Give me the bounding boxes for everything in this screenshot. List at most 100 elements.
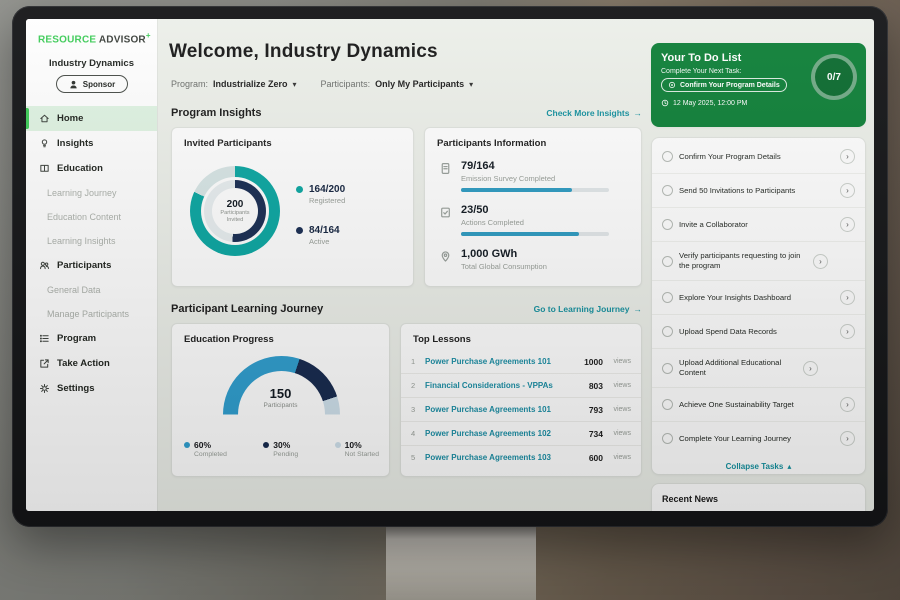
- gear-icon: [39, 383, 50, 394]
- task-item[interactable]: Upload Spend Data Records ›: [652, 315, 865, 349]
- info-label: Total Global Consumption: [461, 262, 547, 271]
- sidebar-item-label: Education Content: [47, 212, 121, 222]
- task-checkbox[interactable]: [662, 292, 673, 303]
- chevron-right-icon[interactable]: ›: [840, 149, 855, 164]
- sidebar-item-label: Insights: [57, 138, 93, 149]
- sidebar-item-settings[interactable]: Settings: [26, 376, 157, 401]
- legend-item-active: 84/164 Active: [296, 225, 345, 246]
- legend-value: 10%: [345, 440, 362, 450]
- legend-dot: [335, 442, 341, 448]
- lesson-views-suffix: views: [609, 430, 631, 437]
- person-icon: [68, 79, 79, 90]
- chevron-right-icon[interactable]: ›: [840, 183, 855, 198]
- next-task-pill[interactable]: Confirm Your Program Details: [661, 78, 787, 92]
- donut-legend: 164/200 Registered 84/164 Active: [296, 184, 345, 246]
- lesson-title-link[interactable]: Financial Considerations - VPPAs: [425, 381, 583, 390]
- sidebar-item-take-action[interactable]: Take Action: [26, 351, 157, 376]
- chevron-right-icon[interactable]: ›: [840, 324, 855, 339]
- legend-item-not-started: 10% Not Started: [335, 440, 379, 458]
- sidebar-item-label: General Data: [47, 285, 101, 295]
- task-item[interactable]: Achieve One Sustainability Target ›: [652, 388, 865, 422]
- go-to-learning-journey-link[interactable]: Go to Learning Journey →: [534, 304, 642, 314]
- program-filter-value: Industrialize Zero: [213, 79, 288, 89]
- info-row-consumption: 1,000 GWh Total Global Consumption: [439, 248, 547, 271]
- legend-label: Pending: [273, 451, 298, 458]
- task-item[interactable]: Explore Your Insights Dashboard ›: [652, 281, 865, 315]
- lessons-list: 1 Power Purchase Agreements 101 1000 vie…: [401, 350, 641, 469]
- card-title: Invited Participants: [172, 128, 413, 149]
- education-progress-card: Education Progress 150 Participants 60% …: [171, 323, 390, 477]
- monitor-bezel: RESOURCE ADVISOR+ Industry Dynamics Spon…: [12, 6, 888, 527]
- invited-participants-donut-chart: 200 Participants Invited: [190, 166, 280, 256]
- lesson-views-suffix: views: [609, 454, 631, 461]
- arrow-right-icon: →: [634, 304, 643, 314]
- monitor-stand: [386, 527, 536, 600]
- task-item[interactable]: Verify participants requesting to join t…: [652, 242, 865, 281]
- due-date: 12 May 2025, 12:00 PM: [673, 100, 747, 107]
- task-checkbox[interactable]: [662, 185, 673, 196]
- chevron-right-icon[interactable]: ›: [840, 397, 855, 412]
- link-label: Go to Learning Journey: [534, 304, 630, 314]
- chevron-right-icon[interactable]: ›: [840, 431, 855, 446]
- sidebar-item-home[interactable]: Home: [26, 106, 157, 131]
- task-checkbox[interactable]: [662, 256, 673, 267]
- sidebar-item-label: Settings: [57, 383, 94, 394]
- task-item[interactable]: Confirm Your Program Details ›: [652, 140, 865, 174]
- chevron-right-icon[interactable]: ›: [813, 254, 828, 269]
- lesson-row: 5 Power Purchase Agreements 103 600 view…: [401, 446, 641, 469]
- task-checkbox[interactable]: [662, 326, 673, 337]
- info-value: 1,000 GWh: [461, 248, 547, 260]
- task-item[interactable]: Upload Additional Educational Content ›: [652, 349, 865, 388]
- sidebar-item-general-data[interactable]: General Data: [26, 278, 157, 302]
- chevron-right-icon[interactable]: ›: [840, 290, 855, 305]
- lesson-views-suffix: views: [609, 382, 631, 389]
- sidebar-item-education[interactable]: Education: [26, 156, 157, 181]
- task-checkbox[interactable]: [662, 363, 673, 374]
- sidebar-item-manage-participants[interactable]: Manage Participants: [26, 302, 157, 326]
- task-item[interactable]: Invite a Collaborator ›: [652, 208, 865, 242]
- task-checkbox[interactable]: [662, 219, 673, 230]
- lesson-title-link[interactable]: Power Purchase Agreements 103: [425, 453, 583, 462]
- sidebar-item-education-content[interactable]: Education Content: [26, 205, 157, 229]
- section-title: Program Insights: [171, 107, 261, 119]
- recent-news-card: Recent News: [651, 483, 866, 511]
- program-filter-dropdown[interactable]: Program: Industrialize Zero ▾: [171, 79, 297, 89]
- chevron-down-icon: ▾: [469, 80, 473, 89]
- lesson-views-suffix: views: [609, 358, 631, 365]
- chevron-right-icon[interactable]: ›: [803, 361, 818, 376]
- todo-summary-card: Your To Do List Complete Your Next Task:…: [651, 43, 866, 127]
- sidebar-item-learning-journey[interactable]: Learning Journey: [26, 181, 157, 205]
- program-filter-label: Program:: [171, 79, 208, 89]
- task-item[interactable]: Complete Your Learning Journey ›: [652, 422, 865, 455]
- lesson-title-link[interactable]: Power Purchase Agreements 101: [425, 357, 578, 366]
- lesson-views-suffix: views: [609, 406, 631, 413]
- check-more-insights-link[interactable]: Check More Insights →: [546, 108, 642, 118]
- task-checkbox[interactable]: [662, 433, 673, 444]
- lesson-title-link[interactable]: Power Purchase Agreements 101: [425, 405, 583, 414]
- target-icon: [668, 81, 676, 89]
- lesson-views: 734: [589, 429, 603, 439]
- legend-label: Registered: [309, 196, 345, 205]
- donut-center-value: 200: [227, 199, 244, 210]
- sidebar-item-program[interactable]: Program: [26, 326, 157, 351]
- sidebar-item-learning-insights[interactable]: Learning Insights: [26, 229, 157, 253]
- legend-label: Active: [309, 237, 340, 246]
- lesson-title-link[interactable]: Power Purchase Agreements 102: [425, 429, 583, 438]
- sidebar-item-insights[interactable]: Insights: [26, 131, 157, 156]
- task-item[interactable]: Send 50 Invitations to Participants ›: [652, 174, 865, 208]
- chevron-right-icon[interactable]: ›: [840, 217, 855, 232]
- sidebar-item-label: Participants: [57, 260, 111, 271]
- task-checkbox[interactable]: [662, 399, 673, 410]
- dashboard-screen: RESOURCE ADVISOR+ Industry Dynamics Spon…: [26, 19, 874, 511]
- sidebar-item-participants[interactable]: Participants: [26, 253, 157, 278]
- link-label: Check More Insights: [546, 108, 629, 118]
- task-checkbox[interactable]: [662, 151, 673, 162]
- card-title: Education Progress: [172, 324, 389, 345]
- collapse-tasks-link[interactable]: Collapse Tasks ▴: [652, 455, 865, 475]
- people-icon: [39, 260, 50, 271]
- task-label: Invite a Collaborator: [679, 220, 834, 230]
- sidebar-item-label: Home: [57, 113, 83, 124]
- lesson-rank: 2: [411, 381, 419, 390]
- participants-filter-dropdown[interactable]: Participants: Only My Participants ▾: [321, 79, 474, 89]
- book-icon: [39, 163, 50, 174]
